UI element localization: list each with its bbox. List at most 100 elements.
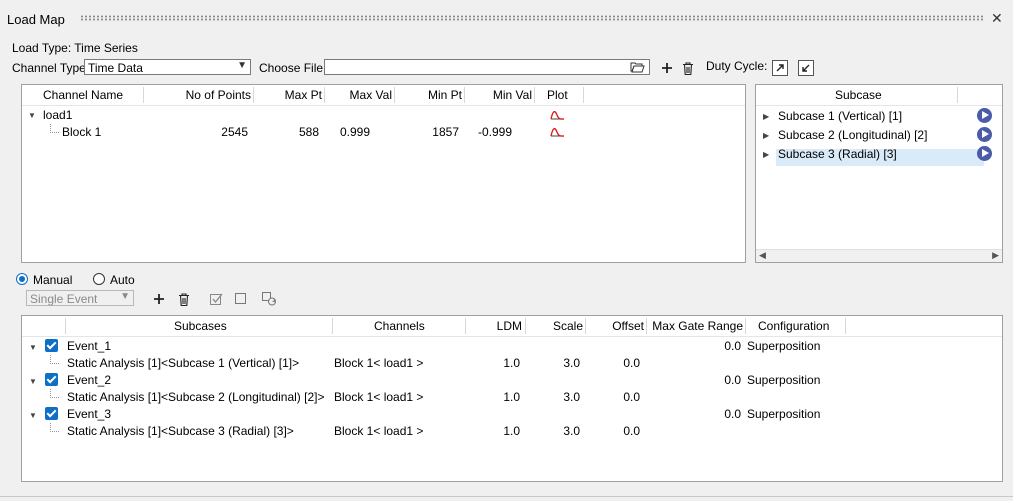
event-checkbox[interactable] [45,373,58,386]
col-max-val[interactable]: Max Val [332,88,392,102]
scroll-left-icon[interactable]: ◀ [759,250,766,261]
event-scale[interactable]: 3.0 [532,390,580,404]
channel-group-load1[interactable]: load1 [43,108,72,122]
export-icon[interactable] [772,60,788,76]
expand-triangle-icon[interactable]: ▶ [763,112,769,121]
event-subcase[interactable]: Static Analysis [1]<Subcase 3 (Radial) [… [67,424,294,438]
event-configuration[interactable]: Superposition [747,407,820,421]
auto-label: Auto [110,273,135,287]
manual-label: Manual [33,273,73,287]
chevron-down-icon: ▼ [120,291,130,302]
event-configuration[interactable]: Superposition [747,373,820,387]
subcase-panel: Subcase ▶ Subcase 1 (Vertical) [1] ▶ Sub… [755,84,1003,263]
channel-row-min-val: -0.999 [478,125,513,139]
collapse-triangle-icon[interactable]: ▼ [29,343,37,352]
event-subcase[interactable]: Static Analysis [1]<Subcase 1 (Vertical)… [67,356,299,370]
channel-table: Channel Name No of Points Max Pt Max Val… [21,84,746,263]
channel-type-value: Time Data [88,61,143,75]
event-type-select[interactable]: Single Event ▼ [26,290,134,306]
col-subcase[interactable]: Subcase [835,88,882,102]
col-min-val[interactable]: Min Val [472,88,532,102]
event-ldm[interactable]: 1.0 [472,390,520,404]
import-icon[interactable] [798,60,814,76]
event-subcase[interactable]: Static Analysis [1]<Subcase 2 (Longitudi… [67,390,325,404]
event-checkbox[interactable] [45,407,58,420]
play-icon[interactable] [977,108,992,123]
channel-type-select[interactable]: Time Data ▼ [84,59,251,75]
channel-row-min-pt: 1857 [432,125,459,139]
expand-triangle-icon[interactable]: ▶ [763,131,769,140]
play-icon[interactable] [977,127,992,142]
col-no-of-points[interactable]: No of Points [152,88,251,102]
event-channel[interactable]: Block 1< load1 > [334,390,423,404]
add-event-icon[interactable] [151,291,167,307]
event-configuration[interactable]: Superposition [747,339,820,353]
channel-row-max-val: 0.999 [340,125,371,139]
event-name[interactable]: Event_2 [67,373,111,387]
play-icon[interactable] [977,146,992,161]
collapse-triangle-icon[interactable]: ▼ [29,411,37,420]
expand-triangle-icon[interactable]: ▶ [763,150,769,159]
choose-file-label: Choose File: [259,61,327,75]
refresh-event-icon[interactable] [261,291,277,307]
choose-file-input[interactable] [324,59,650,75]
duty-cycle-label: Duty Cycle: [706,59,768,73]
col-scale[interactable]: Scale [532,319,583,333]
collapse-triangle-icon[interactable]: ▼ [29,377,37,386]
event-ldm[interactable]: 1.0 [472,424,520,438]
manual-radio[interactable] [16,273,28,285]
col-ldm[interactable]: LDM [472,319,522,333]
col-channels[interactable]: Channels [374,319,425,333]
collapse-triangle-icon[interactable]: ▼ [28,111,36,120]
folder-open-icon[interactable] [630,61,645,76]
subcase-item[interactable]: Subcase 1 (Vertical) [1] [778,109,902,123]
subcase-header: Subcase [756,85,1002,106]
event-name[interactable]: Event_3 [67,407,111,421]
check-all-icon[interactable] [208,291,224,307]
event-type-value: Single Event [30,292,98,306]
chevron-down-icon: ▼ [237,60,247,71]
delete-event-icon[interactable] [176,291,192,307]
load-type-label: Load Type: Time Series [12,41,138,55]
col-offset[interactable]: Offset [592,319,644,333]
channel-row-name[interactable]: Block 1 [62,125,101,139]
col-configuration[interactable]: Configuration [758,319,829,333]
col-max-pt[interactable]: Max Pt [262,88,322,102]
close-icon[interactable]: ✕ [991,10,1003,27]
event-checkbox[interactable] [45,339,58,352]
channel-row-max-pt: 588 [298,125,319,139]
event-offset[interactable]: 0.0 [592,390,640,404]
plot-icon[interactable] [550,126,565,140]
event-max-gate: 0.0 [724,407,741,421]
auto-radio[interactable] [93,273,105,285]
event-offset[interactable]: 0.0 [592,356,640,370]
drag-grip[interactable] [80,15,985,21]
channel-row-points: 2545 [221,125,248,139]
event-name[interactable]: Event_1 [67,339,111,353]
event-channel[interactable]: Block 1< load1 > [334,424,423,438]
subcase-item[interactable]: Subcase 2 (Longitudinal) [2] [778,128,927,142]
channel-table-header: Channel Name No of Points Max Pt Max Val… [22,85,745,106]
col-plot[interactable]: Plot [547,88,568,102]
window-title: Load Map [7,12,65,27]
uncheck-all-icon[interactable] [233,291,249,307]
events-table: Subcases Channels LDM Scale Offset Max G… [21,315,1003,482]
event-scale[interactable]: 3.0 [532,424,580,438]
event-channel[interactable]: Block 1< load1 > [334,356,423,370]
col-max-gate-range[interactable]: Max Gate Range [652,319,743,333]
col-channel-name[interactable]: Channel Name [43,88,123,102]
subcase-item[interactable]: Subcase 3 (Radial) [3] [778,147,897,161]
add-icon[interactable] [659,60,675,76]
event-scale[interactable]: 3.0 [532,356,580,370]
scroll-right-icon[interactable]: ▶ [992,250,999,261]
event-offset[interactable]: 0.0 [592,424,640,438]
event-max-gate: 0.0 [724,373,741,387]
horizontal-scrollbar[interactable]: ◀ ▶ [756,249,1002,262]
plot-icon[interactable] [550,109,565,123]
event-max-gate: 0.0 [724,339,741,353]
trash-icon[interactable] [680,60,696,76]
col-min-pt[interactable]: Min Pt [402,88,462,102]
event-ldm[interactable]: 1.0 [472,356,520,370]
col-subcases[interactable]: Subcases [174,319,227,333]
bottom-divider [0,496,1013,497]
